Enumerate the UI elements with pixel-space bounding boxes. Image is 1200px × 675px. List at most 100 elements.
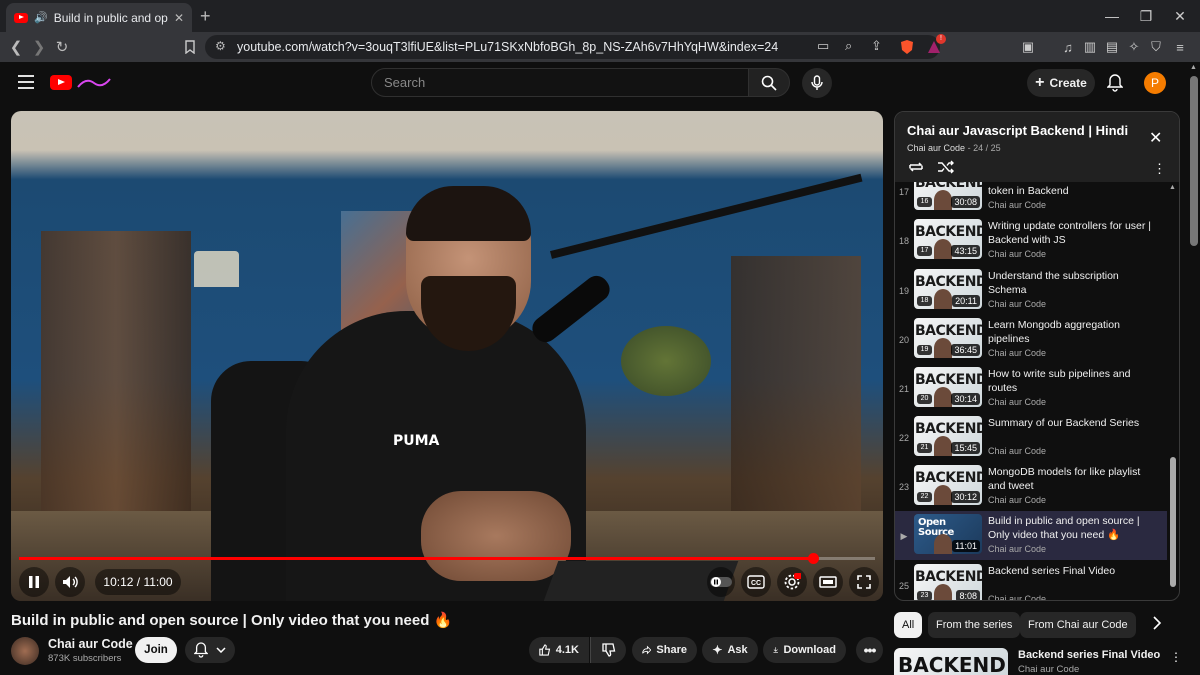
duration-badge: 36:45 [951,344,980,356]
search-input[interactable]: Search [371,68,749,97]
join-button[interactable]: Join [135,637,177,663]
music-icon[interactable]: ♫ [1058,37,1078,57]
browser-tab[interactable]: 🔊 Build in public and open sour ✕ [6,3,192,32]
progress-scrubber[interactable] [807,553,819,564]
thumb-presenter-icon [934,239,952,259]
recommended-title[interactable]: Backend series Final Video [1018,649,1160,661]
close-window-button[interactable]: ✕ [1160,0,1200,32]
playlist-item-thumbnail[interactable]: BACKEND 23 8:08 [914,564,982,600]
playlist-title[interactable]: Chai aur Javascript Backend | Hindi [907,123,1128,138]
playlist-item[interactable]: 25 BACKEND 23 8:08 Backend series Final Vide… [895,561,1167,600]
playlist-item[interactable]: 23 BACKEND 22 30:12 MongoDB models for like … [895,462,1167,511]
chips-next-icon[interactable] [1152,616,1162,630]
volume-button[interactable] [55,567,85,597]
page-scrollbar-thumb[interactable] [1190,76,1198,246]
leo-ai-icon[interactable]: ✧ [1124,37,1144,57]
close-playlist-icon[interactable]: ✕ [1149,128,1162,148]
video-progress-bar[interactable] [19,553,875,564]
playlist-item[interactable]: ▶ Open Source 11:01 Build in public and ope… [895,511,1167,560]
settings-button[interactable] [777,567,807,597]
playlist-item-thumbnail[interactable]: BACKEND 19 36:45 [914,318,982,358]
download-button[interactable]: Download [763,637,846,663]
share-button[interactable]: Share [632,637,697,663]
playlist-scrollbar[interactable]: ▲ [1168,182,1179,600]
ask-button[interactable]: ✦ Ask [702,637,758,663]
cast-icon[interactable]: ▭ [817,38,829,54]
brave-rewards-icon[interactable]: ! [924,34,946,57]
fullscreen-button[interactable] [849,567,879,597]
playlist-item-channel: Chai aur Code [988,348,1047,358]
create-button[interactable]: + Create [1027,69,1095,97]
recommended-more-icon[interactable]: ⋮ [1170,650,1182,664]
account-avatar[interactable]: P [1144,72,1166,94]
playlist-item-thumbnail[interactable]: BACKEND 16 30:08 [914,182,982,210]
new-tab-button[interactable]: + [200,6,211,27]
filter-chip[interactable]: All [894,612,923,638]
vpn-shield-icon[interactable]: ⛉ [1146,37,1166,57]
media-hub-icon[interactable]: ▣ [1018,37,1038,57]
address-bar[interactable]: ⚙ youtube.com/watch?v=3ouqT3lfiUE&list=P… [205,35,940,59]
notifications-bell-icon[interactable] [1107,74,1123,92]
site-info-icon[interactable]: ⚙ [215,39,226,53]
duration-badge: 15:45 [951,442,980,454]
brave-shields-icon[interactable] [897,37,917,57]
youtube-logo[interactable] [50,75,72,90]
playlist-scroll-up-icon[interactable]: ▲ [1169,184,1176,191]
playlist-item-thumbnail[interactable]: BACKEND 17 43:15 [914,219,982,259]
playlist-item-thumbnail[interactable]: BACKEND 21 15:45 [914,416,982,456]
bookmark-icon[interactable] [178,35,202,59]
reload-button[interactable]: ↻ [50,35,74,59]
playlist-item-thumbnail[interactable]: BACKEND 20 30:14 [914,367,982,407]
create-label: Create [1049,76,1087,90]
filter-chip[interactable]: From the series [928,612,1021,638]
playlist-item[interactable]: 17 BACKEND 16 30:08 token in Backend Chai aur… [895,182,1167,216]
playlist-item-thumbnail[interactable]: BACKEND 22 30:12 [914,465,982,505]
autoplay-toggle[interactable] [707,567,735,597]
more-actions-button[interactable]: ••• [856,637,883,663]
playlist-item[interactable]: 19 BACKEND 18 20:11 Understand the subscript… [895,266,1167,315]
video-player[interactable]: PUMA 10:12 / 11:00 CC [11,111,883,601]
channel-name[interactable]: Chai aur Code [48,637,133,651]
search-button[interactable] [748,68,790,97]
video-frame-presenter-hair [406,186,531,241]
playlist-item-thumbnail[interactable]: BACKEND 18 20:11 [914,269,982,309]
wallet-icon[interactable]: ▤ [1102,37,1122,57]
playlist-item[interactable]: 22 BACKEND 21 15:45 Summary of our Backend S… [895,413,1167,462]
shuffle-icon[interactable] [937,160,955,174]
like-button[interactable]: 4.1K [529,637,589,663]
zoom-icon[interactable]: ⌕ [845,38,852,54]
speaker-icon[interactable]: 🔊 [34,11,48,24]
playlist-item-thumbnail[interactable]: Open Source 11:01 [914,514,982,554]
hamburger-menu-icon[interactable] [18,75,34,89]
filter-chip[interactable]: From Chai aur Code [1020,612,1136,638]
recommended-channel[interactable]: Chai aur Code [1018,664,1079,675]
recommended-thumbnail[interactable]: BACKEND [894,648,1008,675]
more-horizontal-icon: ••• [863,642,877,658]
share-page-icon[interactable]: ⇪ [871,38,882,54]
playlist-item[interactable]: 18 BACKEND 17 43:15 Writing update controlle… [895,216,1167,265]
loop-icon[interactable] [907,160,925,174]
back-button[interactable]: ❮ [4,35,28,59]
subtitles-button[interactable]: CC [741,567,771,597]
scroll-up-arrow-icon[interactable]: ▲ [1190,64,1197,71]
theater-mode-button[interactable] [813,567,843,597]
browser-menu-icon[interactable]: ≡ [1170,37,1190,57]
page-scrollbar[interactable]: ▲ [1188,62,1200,675]
episode-badge: 23 [917,591,932,600]
playlist-panel: Chai aur Javascript Backend | Hindi Chai… [894,111,1180,601]
thumb-presenter-icon [934,584,952,600]
pause-button[interactable] [19,567,49,597]
subscription-bell-button[interactable] [185,637,235,663]
voice-search-button[interactable] [802,68,832,98]
playlist-item[interactable]: 20 BACKEND 19 36:45 Learn Mongodb aggregatio… [895,315,1167,364]
reading-list-icon[interactable]: ▥ [1080,37,1100,57]
playlist-scrollbar-thumb[interactable] [1170,457,1176,587]
playlist-channel[interactable]: Chai aur Code [907,143,965,153]
dislike-button[interactable] [590,637,626,663]
autoplay-toggle-icon [710,577,732,587]
close-tab-icon[interactable]: ✕ [174,11,184,25]
playlist-item[interactable]: 21 BACKEND 20 30:14 How to write sub pipelin… [895,364,1167,413]
playlist-more-icon[interactable]: ⋮ [1153,161,1166,177]
channel-avatar[interactable] [11,637,39,665]
forward-button[interactable]: ❯ [27,35,51,59]
